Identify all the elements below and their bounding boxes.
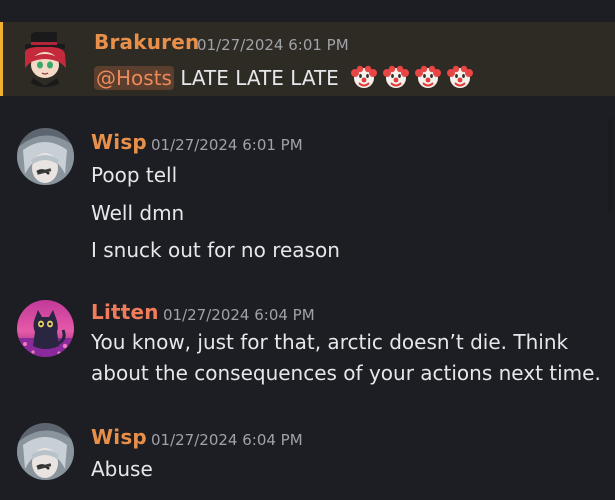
- message-text: Well dmn: [91, 201, 185, 225]
- clown-face-icon: [383, 64, 410, 90]
- message-text: You know, just for that, arctic doesn’t …: [91, 330, 569, 354]
- message-content: @Hosts LATE LATE LATE: [94, 64, 474, 91]
- clown-face-icon: [447, 64, 474, 90]
- message-timestamp: 01/27/2024 6:01 PM: [197, 36, 349, 54]
- message-highlighted[interactable]: Brakuren 01/27/2024 6:01 PM @Hosts LATE …: [0, 22, 615, 96]
- scrollbar[interactable]: [608, 118, 613, 213]
- avatar[interactable]: [17, 128, 74, 185]
- message-text: Abuse: [91, 457, 153, 481]
- avatar[interactable]: [17, 30, 74, 87]
- clown-face-icon: [415, 64, 442, 90]
- clown-face-icon: [351, 64, 378, 90]
- author-name[interactable]: Brakuren: [94, 30, 199, 54]
- author-name[interactable]: Litten: [91, 300, 159, 324]
- role-mention[interactable]: @Hosts: [94, 66, 174, 90]
- message-text: Poop tell: [91, 163, 178, 187]
- message-timestamp: 01/27/2024 6:01 PM: [151, 136, 303, 154]
- author-name[interactable]: Wisp: [91, 130, 147, 154]
- message[interactable]: Wisp 01/27/2024 6:01 PM Poop tell Well d…: [0, 128, 615, 268]
- message-text: LATE LATE LATE: [180, 66, 339, 90]
- chat-channel: Brakuren 01/27/2024 6:01 PM @Hosts LATE …: [0, 0, 615, 500]
- message-timestamp: 01/27/2024 6:04 PM: [163, 306, 315, 324]
- message-timestamp: 01/27/2024 6:04 PM: [151, 431, 303, 449]
- message-text: I snuck out for no reason: [91, 238, 340, 262]
- avatar[interactable]: [17, 300, 74, 357]
- avatar[interactable]: [17, 423, 74, 480]
- message[interactable]: Wisp 01/27/2024 6:04 PM Abuse: [0, 423, 615, 493]
- author-name[interactable]: Wisp: [91, 425, 147, 449]
- message-text: about the consequences of your actions n…: [91, 361, 601, 385]
- message[interactable]: Litten 01/27/2024 6:04 PM You know, just…: [0, 298, 615, 390]
